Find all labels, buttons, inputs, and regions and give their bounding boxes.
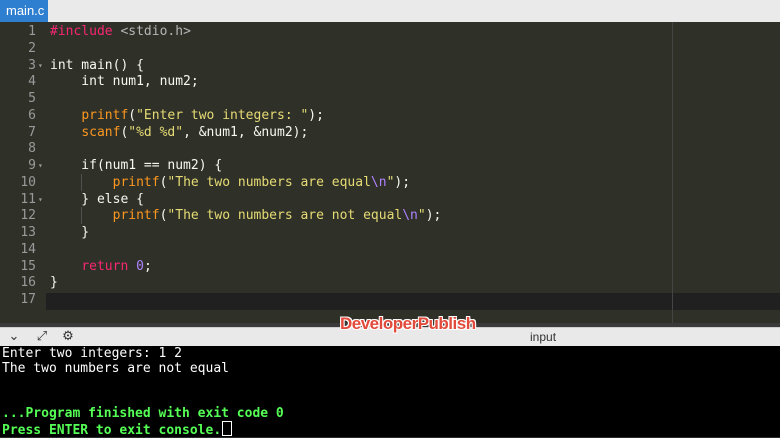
code-token: 0 [136,258,144,274]
code-line: return 0; [50,258,152,275]
settings-icon[interactable]: ⚙ [60,329,76,345]
code-token: printf [112,174,160,190]
line-number: 15 [20,258,36,274]
code-area[interactable]: #include <stdio.h> int main() { int num1,… [46,22,780,323]
console-prompt-text: Press ENTER to exit console. [2,423,222,438]
indent-guide [81,207,82,224]
line-number: 11 [20,191,36,207]
code-line: } else { [50,191,144,208]
input-label: input [530,330,557,344]
tab-bar: main.c [0,0,780,22]
code-token: "The two numbers are equal [167,174,371,190]
code-token: "The two numbers are not equal [167,208,403,224]
code-token: <stdio.h> [120,24,191,39]
code-token: } else { [50,191,144,207]
line-number: 10 [20,174,36,190]
code-token: } [50,225,90,240]
line-number: 5 [28,91,36,106]
code-token: printf [81,107,129,123]
code-token: \n [370,174,387,190]
code-editor[interactable]: 1 2 3 ▾ 4 5 6 7 8 9 ▾ 10 11 ▾ 12 13 14 15 16 17 #include <s… [0,22,780,323]
code-line: } [50,224,89,241]
chevron-down-icon[interactable]: ⌄ [6,329,22,345]
console-finish-line: ...Program finished with exit code 0 [2,406,284,421]
code-token: ); [425,208,442,224]
line-number: 7 [28,124,36,140]
code-token: "Enter two integers: " [136,107,309,123]
console-cursor[interactable] [222,421,233,436]
tab-main-c[interactable]: main.c [0,0,48,22]
console-line: Enter two integers: 1 2 [2,346,183,361]
console-prompt-line: Press ENTER to exit console. [2,421,233,438]
line-number: 16 [20,275,36,291]
code-token: , &num1, &num2); [183,124,309,140]
code-token: " [417,208,426,224]
code-token: } [50,275,58,291]
fold-arrow-icon[interactable]: ▾ [38,191,43,208]
code-line: scanf("%d %d", &num1, &num2); [50,124,308,141]
console-output[interactable]: Enter two integers: 1 2 The two numbers … [0,346,780,438]
code-token: "%d %d" [128,124,184,140]
code-token: ; [143,258,152,274]
expand-icon[interactable]: ⤢ [34,329,50,345]
code-line: int num1, num2; [50,73,199,90]
fold-arrow-icon[interactable]: ▾ [38,157,43,174]
code-line: int main() { [50,57,144,74]
code-token: ); [308,107,324,123]
code-line: } [50,274,58,291]
code-token: int num1, num2; [50,74,199,90]
line-number: 12 [20,208,36,224]
line-number: 4 [28,74,36,90]
code-token: #include [50,24,121,39]
code-line: if(num1 == num2) { [50,157,222,174]
console-line: The two numbers are not equal [2,361,229,376]
code-line: printf("Enter two integers: "); [50,107,324,124]
line-number: 13 [20,225,36,240]
line-number: 6 [28,107,36,123]
code-line: printf("The two numbers are equal\n"); [50,174,410,191]
code-line: #include <stdio.h> [50,23,191,40]
code-token: scanf [81,124,121,140]
code-token: \n [402,208,418,224]
fold-arrow-icon[interactable]: ▾ [38,57,43,74]
code-token: ); [394,174,411,190]
watermark-logo: DeveloperPublish [340,314,476,333]
indent-guide [81,173,82,191]
code-token: return [81,258,129,274]
line-number-gutter: 1 2 3 ▾ 4 5 6 7 8 9 ▾ 10 11 ▾ 12 13 14 15 16 17 [0,22,46,323]
code-token: printf [112,208,160,224]
code-token: if(num1 == num2) { [50,158,223,173]
code-line: printf("The two numbers are not equal\n"… [50,207,442,224]
line-number: 8 [28,141,36,157]
code-token: int main() { [50,57,144,73]
line-number: 14 [20,241,36,257]
line-number: 3 [28,57,36,73]
line-number: 9 [28,158,36,173]
line-number: 17 [20,292,36,307]
code-token: ( [128,107,137,123]
line-number: 2 [28,40,36,56]
line-number: 1 [28,24,36,39]
